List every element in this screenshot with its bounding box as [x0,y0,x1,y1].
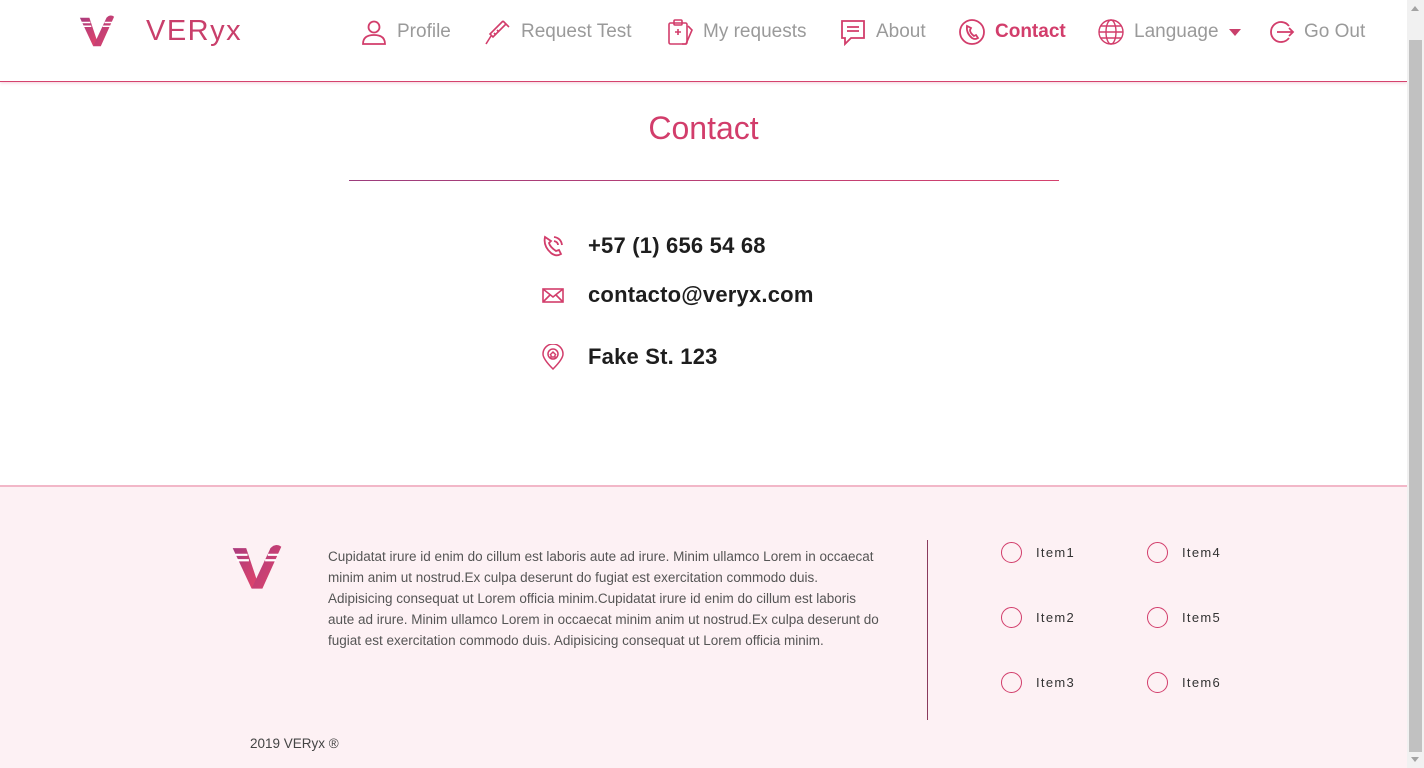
circle-icon [1147,542,1168,563]
clipboard-icon [668,19,693,45]
footer-item-label: Item3 [1036,675,1076,690]
circle-icon [1001,542,1022,563]
nav-label-profile: Profile [397,21,451,42]
footer-item-2[interactable]: Item2 [1001,607,1075,628]
globe-icon [1098,19,1124,45]
footer-item-1[interactable]: Item1 [1001,542,1075,563]
footer-item-label: Item1 [1036,545,1076,560]
scroll-down-arrow-icon[interactable] [1411,757,1419,762]
circle-icon [1001,672,1022,693]
phone-icon [959,19,985,45]
nav-item-profile[interactable]: Profile [360,15,451,49]
circle-icon [1001,607,1022,628]
footer: Cupidatat irure id enim do cillum est la… [0,485,1407,768]
nav-label-my-requests: My requests [703,21,807,42]
envelope-icon [542,288,564,303]
brand-name: VERyx [146,14,243,47]
contact-email-row: contacto@veryx.com [540,282,814,308]
footer-item-4[interactable]: Item4 [1147,542,1221,563]
footer-item-label: Item5 [1182,610,1222,625]
nav-item-contact[interactable]: Contact [958,15,1066,49]
location-pin-icon [542,344,564,370]
contact-address: Fake St. 123 [588,344,718,369]
logout-icon [1270,21,1295,43]
footer-item-label: Item2 [1036,610,1076,625]
footer-description: Cupidatat irure id enim do cillum est la… [328,549,879,648]
nav-item-about[interactable]: About [839,15,926,49]
footer-divider [927,540,928,720]
language-dropdown[interactable]: Language [1097,15,1241,49]
footer-item-3[interactable]: Item3 [1001,672,1075,693]
nav-label-request-test: Request Test [521,21,632,42]
vertical-scrollbar[interactable] [1407,0,1424,768]
footer-item-6[interactable]: Item6 [1147,672,1221,693]
footer-item-5[interactable]: Item5 [1147,607,1221,628]
nav-label-about: About [876,21,926,42]
copyright: 2019 VERyx ® [250,736,339,751]
message-icon [841,20,865,46]
nav-item-my-requests[interactable]: My requests [666,15,806,49]
contact-phone-row: +57 (1) 656 54 68 [540,233,766,259]
contact-email[interactable]: contacto@veryx.com [588,282,814,308]
veryx-logo-icon[interactable] [230,542,284,592]
nav-label-go-out: Go Out [1304,21,1366,42]
phone-icon [543,235,563,257]
footer-item-label: Item4 [1182,545,1222,560]
nav-label-contact: Contact [995,21,1066,42]
contact-address-row: Fake St. 123 [540,344,718,370]
veryx-logo-icon [79,15,115,47]
brand-link[interactable]: VERyx [78,13,242,49]
circle-icon [1147,672,1168,693]
nav-item-request-test[interactable]: Request Test [484,15,632,49]
nav-item-go-out[interactable]: Go Out [1267,15,1365,49]
contact-phone: +57 (1) 656 54 68 [588,233,766,258]
user-icon [362,20,386,45]
top-navbar: VERyx Profile Request Test My requests A… [0,0,1407,82]
circle-icon [1147,607,1168,628]
title-divider [349,180,1059,181]
nav-label-language: Language [1134,21,1219,42]
scroll-up-arrow-icon[interactable] [1411,6,1419,11]
chevron-down-icon [1228,28,1241,36]
syringe-icon [485,20,510,45]
footer-item-label: Item6 [1182,675,1222,690]
scroll-thumb[interactable] [1409,40,1422,752]
page-title: Contact [648,110,759,146]
